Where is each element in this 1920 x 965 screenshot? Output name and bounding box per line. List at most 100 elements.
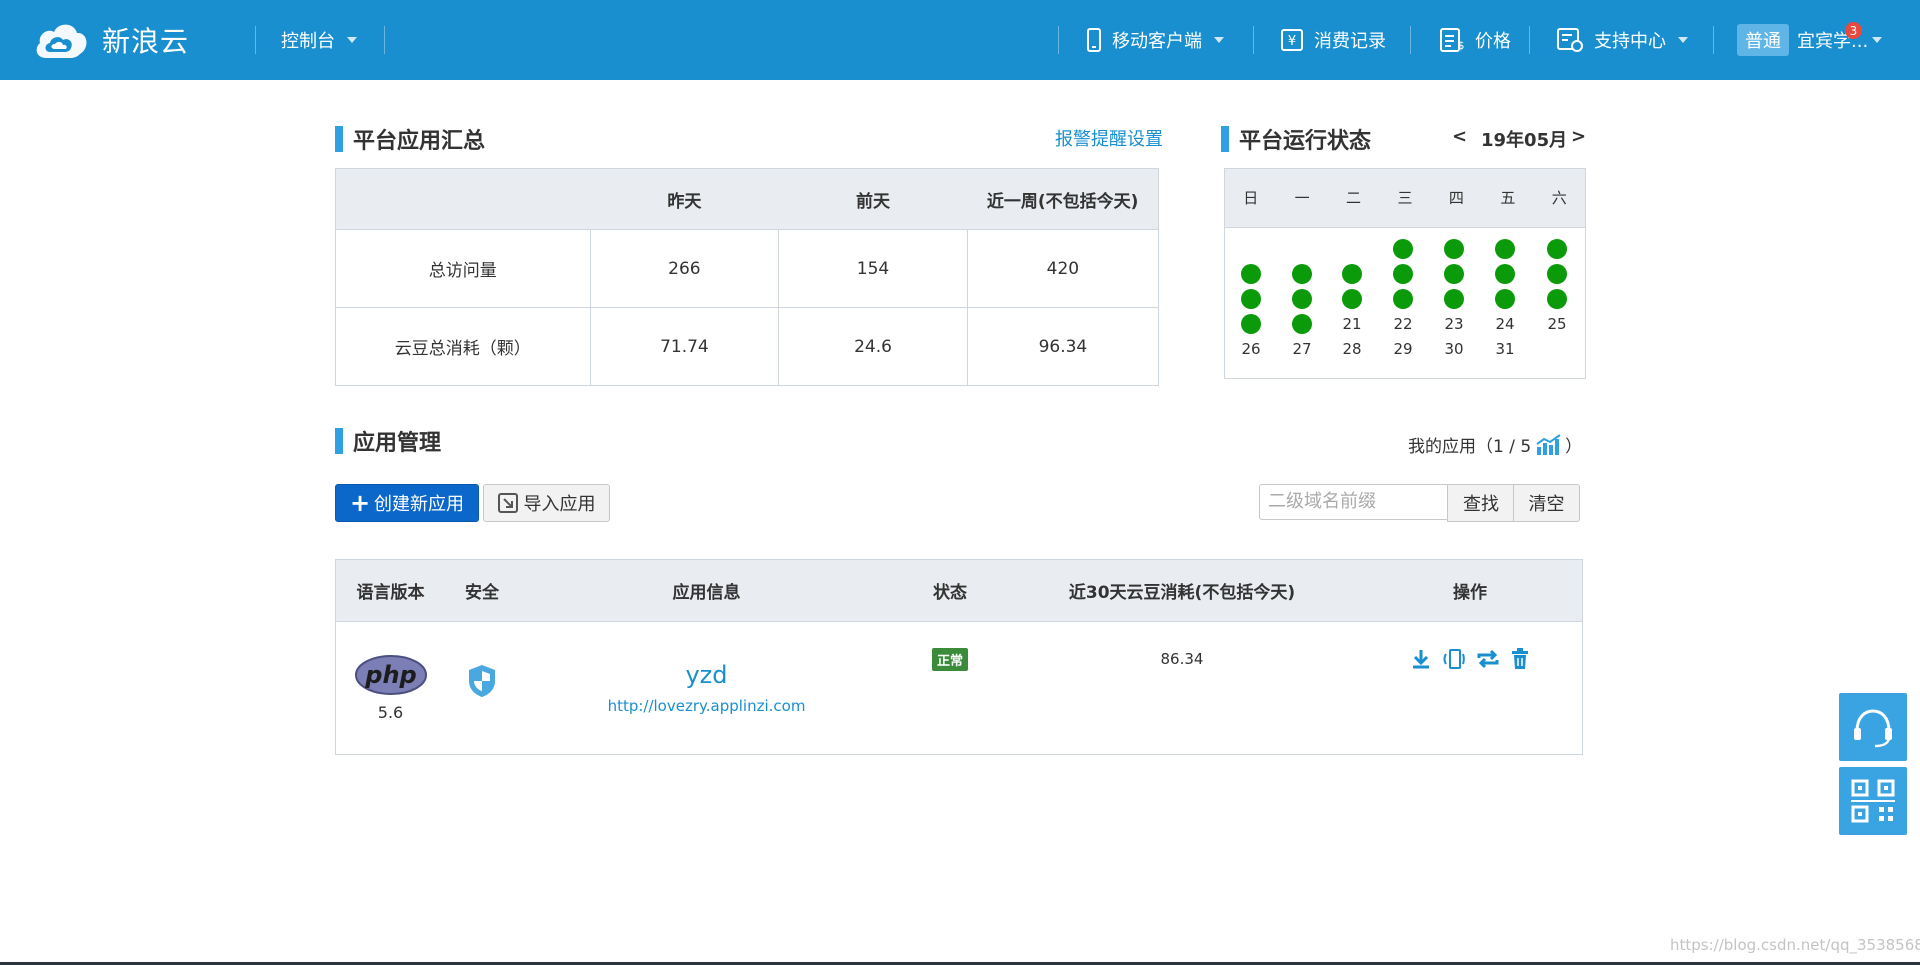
calendar-days: 21 22 23 24 25 26 27 28 29 30 31 [1225,228,1585,378]
date-22: 22 [1393,315,1413,333]
column-header: 状态 [894,559,1006,622]
status-dot[interactable] [1495,239,1515,259]
mobile-client-menu[interactable]: 移动客户端 [1086,0,1224,80]
status-dot[interactable] [1241,314,1261,334]
svg-text:$: $ [1458,39,1465,52]
table-cell: 96.34 [1038,336,1088,357]
status-dot[interactable] [1342,289,1362,309]
status-dot[interactable] [1241,289,1261,309]
status-section-title: 平台运行状态 [1221,123,1371,155]
prev-month-button[interactable]: < [1452,126,1467,147]
table-cell: 420 [967,229,1159,308]
mobile-preview-icon[interactable] [1442,648,1466,674]
date-30: 30 [1444,340,1464,358]
summary-section-title: 平台应用汇总 [335,123,485,155]
status-dot[interactable] [1495,289,1515,309]
support-center-menu[interactable]: 支持中心 [1556,0,1688,80]
weekday-label: 日 [1243,189,1259,207]
logo[interactable]: 新浪云 [32,18,189,62]
table-cell: 24.6 [778,307,968,386]
summary-table: 昨天 前天 近一周(不包括今天) 总访问量 266 154 420 云豆总消耗（… [335,168,1159,386]
mobile-phone-icon [1086,28,1102,52]
date-25: 25 [1547,315,1567,333]
column-header: 前天 [778,168,968,230]
table-cell: 154 [778,229,968,308]
divider [1058,26,1059,54]
chevron-down-icon [1678,37,1688,43]
date-31: 31 [1495,340,1515,358]
status-dot[interactable] [1292,289,1312,309]
table-row: php 5.6 yzd http://lovezry.applinzi.com … [336,622,1583,755]
row-label: 总访问量 [335,229,591,308]
console-menu[interactable]: 控制台 [281,0,357,80]
yen-receipt-icon: ¥ [1280,28,1304,52]
alarm-settings-link[interactable]: 报警提醒设置 [1055,125,1163,151]
price-link[interactable]: $ 价格 [1439,0,1511,80]
date-21: 21 [1342,315,1362,333]
apps-table: 语言版本 安全 应用信息 状态 近30天云豆消耗(不包括今天) 操作 php 5… [335,559,1583,755]
status-dot[interactable] [1292,314,1312,334]
status-dot[interactable] [1547,289,1567,309]
divider [1713,26,1714,54]
domain-prefix-search-input[interactable]: 二级域名前缀 [1259,484,1455,520]
app-name-link[interactable]: yzd [520,661,893,689]
status-dot[interactable] [1444,289,1464,309]
customer-service-button[interactable] [1839,693,1907,761]
status-dot[interactable] [1292,264,1312,284]
php-logo-icon: php [354,654,427,695]
qr-code-button[interactable] [1839,767,1907,835]
table-header-row: 语言版本 安全 应用信息 状态 近30天云豆消耗(不包括今天) 操作 [335,559,1583,622]
sync-icon[interactable] [1476,648,1500,674]
status-dot[interactable] [1393,289,1413,309]
app-url-link[interactable]: http://lovezry.applinzi.com [520,697,893,715]
find-button[interactable]: 查找 [1447,484,1515,522]
title-accent-bar [1221,126,1229,152]
status-dot[interactable] [1393,239,1413,259]
date-27: 27 [1292,340,1312,358]
price-list-icon: $ [1439,27,1465,53]
security-shield-icon[interactable] [467,663,497,699]
security-cell [445,622,519,755]
billing-record-link[interactable]: ¥ 消费记录 [1280,0,1386,80]
status-badge: 正常 [931,648,968,671]
status-dot[interactable] [1547,264,1567,284]
user-menu[interactable]: 普通 宜宾学... [1737,0,1883,80]
weekday-header: 日 一 二 三 四 五 六 [1225,169,1585,228]
column-header: 昨天 [590,168,779,230]
notification-badge[interactable]: 3 [1845,22,1862,39]
import-app-button[interactable]: 导入应用 [483,484,610,522]
clear-button[interactable]: 清空 [1513,484,1580,522]
operations-cell [1358,622,1583,755]
create-app-button[interactable]: + 创建新应用 [335,484,479,522]
status-dot[interactable] [1444,239,1464,259]
table-row: 总访问量 266 154 420 [335,229,1159,308]
watermark: https://blog.csdn.net/qq_35385687 [1670,936,1920,954]
status-dot[interactable] [1495,264,1515,284]
chevron-down-icon [347,37,357,43]
weekday-label: 三 [1397,189,1413,207]
trash-icon[interactable] [1510,648,1530,674]
table-cell: 266 [590,229,780,308]
column-header: 近30天云豆消耗(不包括今天) [1006,559,1358,622]
status-dot[interactable] [1444,264,1464,284]
current-month: 19年05月 [1481,130,1568,151]
divider [1253,26,1254,54]
column-header: 应用信息 [519,559,894,622]
weekday-label: 一 [1294,189,1310,207]
consumption-cell: 86.34 [1160,650,1204,668]
title-accent-bar [335,428,343,454]
status-dot[interactable] [1547,239,1567,259]
console-label: 控制台 [281,31,335,52]
next-month-button[interactable]: > [1571,126,1586,147]
price-label: 价格 [1475,31,1511,52]
column-header: 语言版本 [335,559,445,622]
status-dot[interactable] [1241,264,1261,284]
status-dot[interactable] [1393,264,1413,284]
status-dot[interactable] [1342,264,1362,284]
svg-text:¥: ¥ [1288,34,1296,49]
billing-record-label: 消费记录 [1314,31,1386,52]
download-icon[interactable] [1410,648,1432,674]
apps-section-title: 应用管理 [335,425,441,457]
top-navbar: 新浪云 控制台 移动客户端 ¥ 消费记录 $ 价格 支持中心 普通 宜宾学...… [0,0,1920,80]
bar-chart-icon[interactable] [1535,433,1563,456]
